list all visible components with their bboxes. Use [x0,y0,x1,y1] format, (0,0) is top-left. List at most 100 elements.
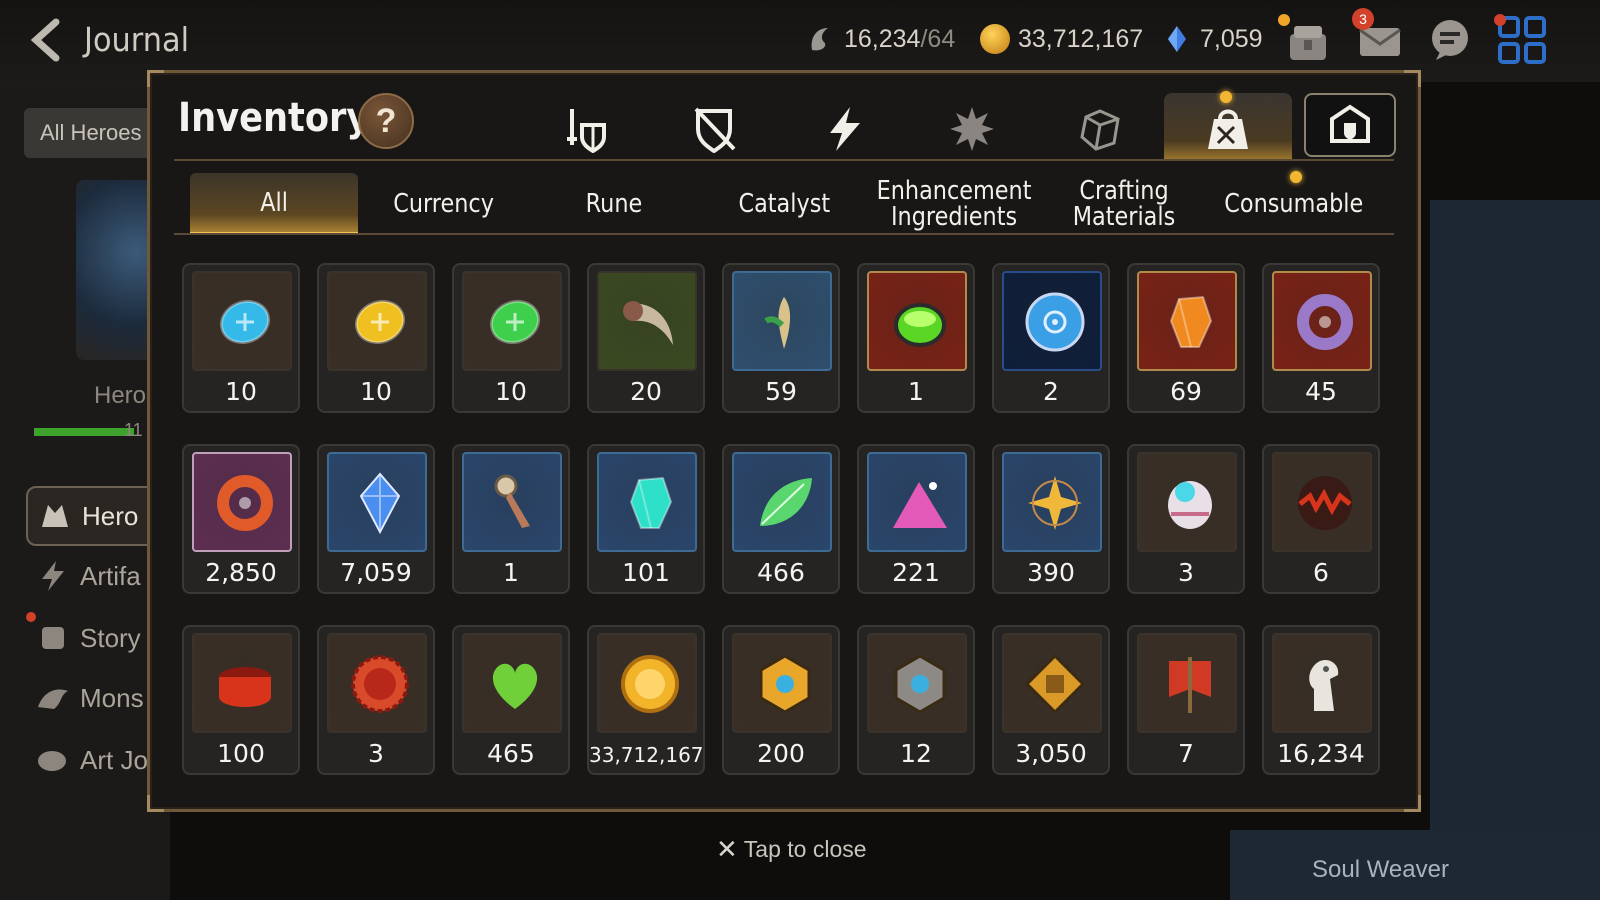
item-count: 2,850 [205,558,277,587]
item-art [1137,271,1237,371]
teal-crystal-icon [629,476,673,529]
inventory-item-pink-powder[interactable]: 221 [857,444,975,594]
tab-non-equipment[interactable] [670,97,754,161]
inventory-item-gold-hex-medal[interactable]: 200 [722,625,840,775]
eye-pendant-icon [1297,294,1353,350]
consumable-notify-dot [1290,171,1302,183]
item-count: 10 [495,377,527,406]
fire-orb-icon [1298,476,1352,530]
inventory-item-fire-orb[interactable]: 6 [1262,444,1380,594]
item-art [327,633,427,733]
subtab-catalyst[interactable]: Catalyst [700,173,868,235]
ginseng-root-icon [764,297,791,349]
subtab-enhancement-ingredients[interactable]: Enhancement Ingredients [870,173,1038,235]
item-count: 390 [1027,558,1075,587]
item-art [732,633,832,733]
item-art [1272,271,1372,371]
item-count: 2 [1043,377,1059,406]
green-heart-icon [492,663,538,709]
pet-capsule-icon [1168,481,1212,529]
item-art [597,452,697,552]
inventory-item-red-seal[interactable]: 3 [317,625,435,775]
item-count: 6 [1313,558,1329,587]
material-spiky-icon [950,107,994,151]
subtab-all[interactable]: All [190,173,358,235]
inventory-item-horse-head[interactable]: 16,234 [1262,625,1380,775]
inventory-item-teal-crystal[interactable]: 101 [587,444,705,594]
inventory-item-red-band[interactable]: 100 [182,625,300,775]
inventory-item-green-rune[interactable]: 10 [452,263,570,413]
item-art [732,271,832,371]
inventory-item-yellow-rune[interactable]: 10 [317,263,435,413]
item-art [462,633,562,733]
stone-compass-icon [894,654,946,714]
yellow-rune-icon [354,299,406,345]
claw-icon [623,301,673,345]
item-art [1002,452,1102,552]
inventory-item-star-compass[interactable]: 390 [992,444,1110,594]
inventory-item-green-jar[interactable]: 1 [857,263,975,413]
inventory-item-eye-pendant[interactable]: 45 [1262,263,1380,413]
storage-button[interactable] [1304,93,1396,157]
hero-icon [42,505,68,527]
equipment-icon [567,109,606,153]
lightning-icon [42,561,64,591]
inventory-item-war-banner[interactable]: 7 [1127,625,1245,775]
tab-artifact[interactable] [800,97,884,161]
tab-bag[interactable] [1164,93,1292,161]
item-art [867,452,967,552]
item-count: 10 [225,377,257,406]
subtab-rune[interactable]: Rune [530,173,698,235]
item-count: 466 [757,558,805,587]
palette-icon [38,751,66,771]
red-band-icon [219,667,271,707]
item-art [1137,633,1237,733]
item-count: 3,050 [1015,739,1087,768]
item-art [1137,452,1237,552]
hero-progress-number: 11 [124,420,143,440]
subtab-label: All [260,187,288,218]
inventory-item-blue-rune-disc[interactable]: 2 [992,263,1110,413]
tab-equipment[interactable] [542,97,626,161]
inventory-item-blue-rune[interactable]: 10 [182,263,300,413]
header-divider [174,159,1394,161]
item-art [1002,633,1102,733]
tap-to-close[interactable]: ✕ Tap to close [716,834,867,865]
inventory-item-green-heart[interactable]: 465 [452,625,570,775]
subtab-crafting-materials[interactable]: Crafting Materials [1040,173,1208,235]
inventory-item-bookmark-dagger[interactable]: 1 [452,444,570,594]
inventory-item-sky-gem[interactable]: 7,059 [317,444,435,594]
back-arrow-icon[interactable] [26,18,70,62]
inventory-item-fist-emblem[interactable]: 3,050 [992,625,1110,775]
gold-counter: 33,712,167 [980,24,1143,54]
frame-corner [1404,70,1421,87]
item-art [192,633,292,733]
item-count: 3 [368,739,384,768]
inventory-item-gold-coin[interactable]: 33,712,167 [587,625,705,775]
inventory-item-green-leaf[interactable]: 466 [722,444,840,594]
inventory-item-claw[interactable]: 20 [587,263,705,413]
pink-powder-icon [893,482,947,528]
tab-dice[interactable] [1056,97,1140,161]
help-button[interactable]: ? [358,93,414,149]
page-title: Journal [84,20,190,59]
item-count: 101 [622,558,670,587]
item-count: 3 [1178,558,1194,587]
chat-icon[interactable] [1424,14,1476,66]
subtab-currency[interactable]: Currency [360,173,528,235]
item-count: 7 [1178,739,1194,768]
soul-weaver-label: Soul Weaver [1312,856,1449,883]
item-count: 59 [765,377,797,406]
shop-icon[interactable] [1282,14,1334,66]
subtab-label: Rune [585,189,643,219]
inventory-item-fire-crystal[interactable]: 69 [1127,263,1245,413]
inventory-item-stone-compass[interactable]: 12 [857,625,975,775]
tab-materials[interactable] [928,97,1012,161]
inventory-item-red-ring[interactable]: 2,850 [182,444,300,594]
item-art [462,271,562,371]
scroll-icon [42,627,64,649]
blue-rune-disc-icon [1025,292,1085,352]
inventory-item-pet-capsule[interactable]: 3 [1127,444,1245,594]
item-count: 10 [360,377,392,406]
inventory-item-ginseng-root[interactable]: 59 [722,263,840,413]
